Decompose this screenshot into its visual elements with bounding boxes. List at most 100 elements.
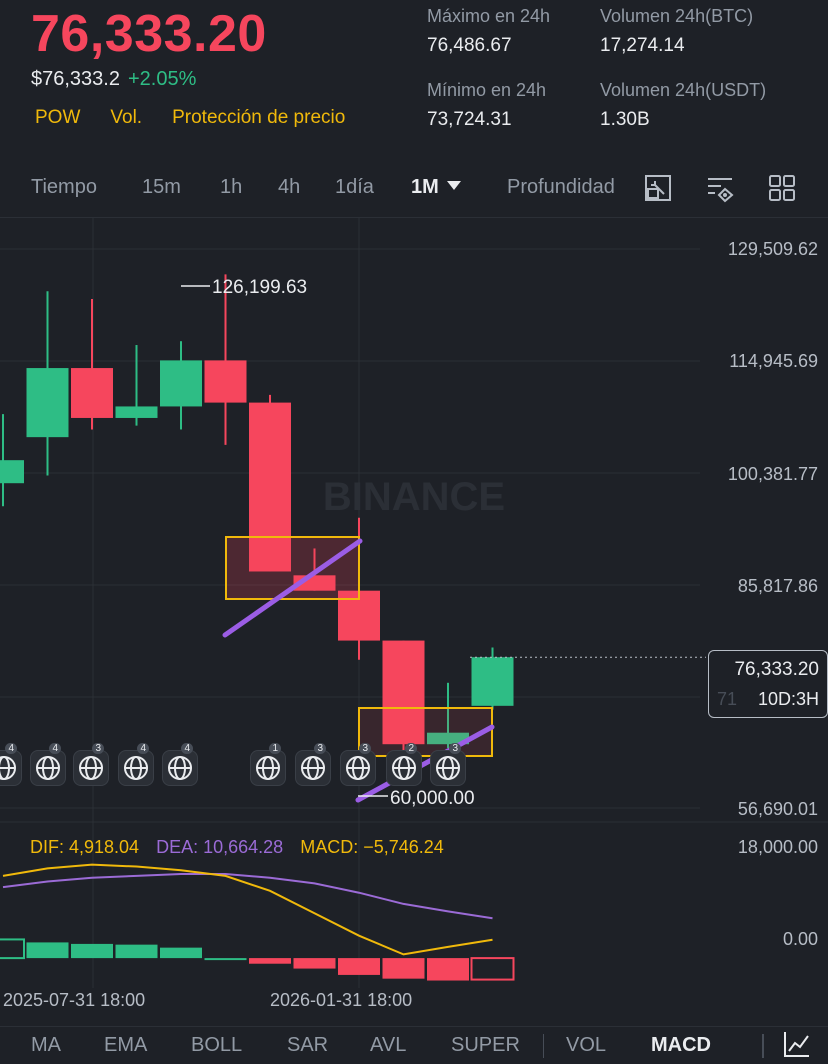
date-label: 2025-07-31 18:00 xyxy=(3,990,146,1010)
low-24h-label: Mínimo en 24h xyxy=(427,80,547,100)
candle-body[interactable] xyxy=(204,360,247,403)
current-price-tag[interactable]: 76,333.20 71 10D:3H xyxy=(708,650,828,718)
tag-pow[interactable]: POW xyxy=(35,107,80,128)
chart-grid xyxy=(0,218,828,988)
tag-row: POW Vol. Protección de precio xyxy=(35,107,375,129)
date-label: 2026-01-31 18:00 xyxy=(270,990,413,1010)
usd-price: $76,333.2 xyxy=(31,68,120,90)
high-24h-label: Máximo en 24h xyxy=(427,6,551,26)
indicator-ma[interactable]: MA xyxy=(31,1034,61,1057)
indicator-super[interactable]: SUPER xyxy=(451,1034,520,1057)
dea-line xyxy=(2,873,493,920)
divider xyxy=(543,1034,544,1058)
volume-btc-label: Volumen 24h(BTC) xyxy=(600,6,754,26)
indicator-boll[interactable]: BOLL xyxy=(191,1034,242,1057)
macd-bar xyxy=(71,943,113,959)
candle-body[interactable] xyxy=(160,360,202,407)
macd-bar xyxy=(0,938,25,960)
hidden-axis-partial: 71 xyxy=(717,689,738,709)
marker-badge: 3 xyxy=(359,743,371,754)
price-axis-label: 129,509.62 xyxy=(727,239,818,259)
macd-bar xyxy=(26,942,69,959)
drawing-tools-icon[interactable] xyxy=(705,173,735,203)
macd-bar xyxy=(293,958,336,969)
divider xyxy=(762,1034,764,1058)
indicator-avl[interactable]: AVL xyxy=(370,1034,406,1057)
high-24h-value: 76,486.67 xyxy=(427,35,512,56)
macd-legend: DIF: 4,918.04 DEA: 10,664.28 MACD: −5,74… xyxy=(30,837,444,858)
macd-axis-top: 18,000.00 xyxy=(737,837,818,857)
price-axis-label: 100,381.77 xyxy=(727,464,818,484)
tab-4h[interactable]: 4h xyxy=(278,176,300,199)
event-marker[interactable]: 3 xyxy=(430,743,466,786)
candle-body[interactable] xyxy=(71,368,113,418)
macd-bar xyxy=(470,957,515,981)
volume-usdt-label: Volumen 24h(USDT) xyxy=(600,80,767,100)
tab-1m[interactable]: 1M xyxy=(411,176,461,199)
event-marker[interactable]: 3 xyxy=(295,743,331,786)
current-price-value: 76,333.20 xyxy=(734,659,819,680)
price-usd-line: $76,333.2 +2.05% xyxy=(31,68,196,91)
candle-body[interactable] xyxy=(115,406,158,418)
macd-bar xyxy=(160,947,202,959)
high-annotation-label: 126,199.63 xyxy=(212,277,307,298)
tag-vol[interactable]: Vol. xyxy=(110,107,142,128)
indicator-macd[interactable]: MACD xyxy=(651,1034,711,1057)
volume-btc-value: 17,274.14 xyxy=(600,35,685,56)
candle-body[interactable] xyxy=(471,657,514,706)
chevron-down-icon xyxy=(446,181,461,190)
marker-badge: 3 xyxy=(92,743,104,754)
candlestick-chart[interactable]: BINANCE 126,199.63 60,000.00 xyxy=(0,218,828,1008)
event-marker[interactable]: 4 xyxy=(118,743,154,786)
macd-bar xyxy=(249,958,291,964)
volume-usdt-value: 1.30B xyxy=(600,109,650,130)
timeframe-tabs: Tiempo 15m 1h 4h 1día 1M Profundidad xyxy=(0,168,640,208)
marker-badge: 2 xyxy=(405,743,417,754)
watermark-text: BINANCE xyxy=(323,475,505,519)
macd-bar xyxy=(338,958,380,975)
last-price: 76,333.20 xyxy=(31,5,267,63)
candle-body[interactable] xyxy=(26,368,69,438)
marker-badge: 4 xyxy=(5,743,17,754)
highlight-box-2[interactable] xyxy=(358,707,493,757)
indicator-vol[interactable]: VOL xyxy=(566,1034,606,1057)
macd-bar xyxy=(204,958,247,961)
low-annotation-label: 60,000.00 xyxy=(390,788,475,809)
marker-badge: 3 xyxy=(314,743,326,754)
event-marker[interactable]: 4 xyxy=(162,743,198,786)
marker-badge: 3 xyxy=(449,743,461,754)
tab-1dia[interactable]: 1día xyxy=(335,176,374,199)
macd-panel xyxy=(0,863,515,981)
divider xyxy=(0,1026,828,1027)
macd-bar xyxy=(427,958,469,981)
dea-value: DEA: 10,664.28 xyxy=(156,837,284,857)
event-marker[interactable]: 3 xyxy=(340,743,376,786)
fullscreen-icon[interactable] xyxy=(643,173,673,203)
tab-15m[interactable]: 15m xyxy=(142,176,181,199)
tab-1m-label: 1M xyxy=(411,176,439,198)
event-marker[interactable]: 3 xyxy=(73,743,109,786)
tag-price-protection[interactable]: Protección de precio xyxy=(172,107,345,128)
change-percent: +2.05% xyxy=(127,68,197,90)
low-24h-value: 73,724.31 xyxy=(427,109,512,130)
marker-badge: 1 xyxy=(269,743,281,754)
macd-bar xyxy=(115,944,158,959)
price-axis-label: 56,690.01 xyxy=(737,799,818,819)
price-axis-label: 114,945.69 xyxy=(729,351,818,371)
grid-layout-icon[interactable] xyxy=(767,173,797,203)
indicator-ema[interactable]: EMA xyxy=(104,1034,147,1057)
marker-badge: 4 xyxy=(137,743,149,754)
tab-1h[interactable]: 1h xyxy=(220,176,242,199)
indicator-settings-icon[interactable] xyxy=(782,1029,812,1059)
event-marker[interactable]: 4 xyxy=(30,743,66,786)
macd-value: MACD: −5,746.24 xyxy=(300,837,444,857)
event-marker[interactable]: 1 xyxy=(250,743,286,786)
candle-body[interactable] xyxy=(0,460,24,484)
candles-group xyxy=(0,274,514,783)
indicator-sar[interactable]: SAR xyxy=(287,1034,328,1057)
dif-value: DIF: 4,918.04 xyxy=(30,837,140,857)
tab-profundidad[interactable]: Profundidad xyxy=(507,176,615,199)
event-marker[interactable]: 4 xyxy=(0,743,22,786)
event-marker[interactable]: 2 xyxy=(386,743,422,786)
tab-tiempo[interactable]: Tiempo xyxy=(31,176,97,199)
